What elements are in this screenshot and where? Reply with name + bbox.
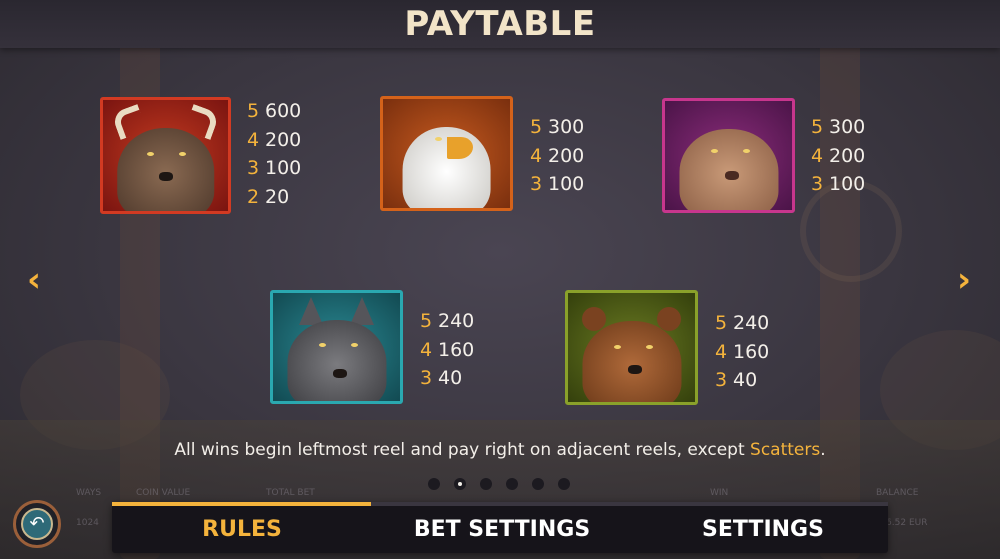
pay-row: 4 200 xyxy=(530,142,584,171)
puma-paytable: 5 300 4 200 3 100 xyxy=(811,113,865,199)
pay-count: 4 xyxy=(530,144,543,167)
pay-amount: 160 xyxy=(733,340,770,363)
wolf-paytable: 5 240 4 160 3 40 xyxy=(420,307,474,393)
balance-label: BALANCE xyxy=(876,488,919,498)
pay-count: 3 xyxy=(420,367,433,389)
pay-row: 5 300 xyxy=(811,113,865,142)
chevron-left-icon[interactable]: ‹ xyxy=(18,262,50,298)
tab-bet-settings[interactable]: BET SETTINGS xyxy=(402,506,602,553)
total-bet-label: TOTAL BET xyxy=(266,488,315,498)
pay-count: 2 xyxy=(247,185,260,208)
puma-symbol xyxy=(662,98,795,213)
pay-amount: 300 xyxy=(548,116,585,138)
pay-amount: 200 xyxy=(548,144,585,167)
rule-description: All wins begin leftmost reel and pay rig… xyxy=(0,440,1000,460)
pay-amount: 100 xyxy=(829,173,866,195)
pay-amount: 240 xyxy=(438,310,475,332)
pay-row: 3 100 xyxy=(247,154,301,183)
pay-amount: 200 xyxy=(265,128,302,151)
bear-nose xyxy=(628,365,642,374)
bottom-menu: RULES BET SETTINGS SETTINGS xyxy=(112,502,888,553)
pay-row: 3 40 xyxy=(420,364,474,393)
wolf-eye xyxy=(351,343,358,347)
eagle-eye xyxy=(435,137,442,141)
ways-label: WAYS xyxy=(76,488,102,498)
pay-amount: 600 xyxy=(265,100,302,122)
title-bar: PAYTABLE xyxy=(0,0,1000,48)
rule-end: . xyxy=(820,440,826,460)
wolf-eye xyxy=(319,343,326,347)
pay-amount: 240 xyxy=(733,312,770,334)
bison-eye xyxy=(179,152,186,156)
wolf-ear-left xyxy=(299,297,323,325)
bison-eye xyxy=(147,152,154,156)
wolf-ear-right xyxy=(350,297,374,325)
bear-eye xyxy=(646,345,653,349)
pay-count: 3 xyxy=(715,369,728,391)
win-label: WIN xyxy=(710,488,729,498)
pay-count: 5 xyxy=(715,312,728,334)
tab-rules[interactable]: RULES xyxy=(162,506,322,553)
wolf-nose xyxy=(333,369,347,378)
puma-eye xyxy=(711,149,718,153)
pay-row: 5 600 xyxy=(247,97,301,126)
pay-amount: 100 xyxy=(265,157,302,179)
pay-row: 3 100 xyxy=(811,170,865,199)
wolf-symbol xyxy=(270,290,403,404)
bison-paytable: 5 600 4 200 3 100 2 20 xyxy=(247,97,301,211)
pay-count: 4 xyxy=(811,144,824,167)
bear-paytable: 5 240 4 160 3 40 xyxy=(715,309,769,395)
page-title: PAYTABLE xyxy=(404,4,596,44)
pay-count: 5 xyxy=(530,116,543,138)
pay-count: 5 xyxy=(420,310,433,332)
rule-text: All wins begin leftmost reel and pay rig… xyxy=(174,440,751,460)
eagle-paytable: 5 300 4 200 3 100 xyxy=(530,113,584,199)
pay-amount: 100 xyxy=(548,173,585,195)
pay-row: 4 160 xyxy=(715,338,769,367)
coin-value-label: COIN VALUE xyxy=(136,488,191,498)
rule-scatters-highlight: Scatters xyxy=(750,440,821,460)
return-arrow-icon: ↶ xyxy=(21,508,53,540)
pay-count: 3 xyxy=(247,157,260,179)
eagle-symbol xyxy=(380,96,513,211)
pay-row: 3 100 xyxy=(530,170,584,199)
pay-amount: 300 xyxy=(829,116,866,138)
pay-count: 3 xyxy=(530,173,543,195)
pay-row: 4 160 xyxy=(420,336,474,365)
pay-amount: 40 xyxy=(733,369,758,391)
pay-amount: 20 xyxy=(265,185,290,208)
pay-count: 5 xyxy=(247,100,260,122)
pay-count: 4 xyxy=(247,128,260,151)
ways-value: 1024 xyxy=(76,518,99,528)
bear-eye xyxy=(614,345,621,349)
bear-head xyxy=(581,320,682,402)
pay-amount: 40 xyxy=(438,367,463,389)
pay-amount: 160 xyxy=(438,338,475,361)
wolf-head xyxy=(286,320,387,401)
puma-nose xyxy=(725,171,739,180)
pay-row: 5 300 xyxy=(530,113,584,142)
pay-count: 5 xyxy=(811,116,824,138)
pay-row: 4 200 xyxy=(247,126,301,155)
bison-symbol xyxy=(100,97,231,214)
puma-eye xyxy=(743,149,750,153)
back-button[interactable]: ↶ xyxy=(13,500,61,548)
bison-nose xyxy=(159,172,173,181)
pay-row: 2 20 xyxy=(247,183,301,212)
pay-row: 4 200 xyxy=(811,142,865,171)
pay-row: 5 240 xyxy=(715,309,769,338)
pay-count: 3 xyxy=(811,173,824,195)
bear-symbol xyxy=(565,290,698,405)
pay-count: 4 xyxy=(715,340,728,363)
chevron-right-icon[interactable]: › xyxy=(948,262,980,298)
bison-head xyxy=(116,127,215,211)
pay-amount: 200 xyxy=(829,144,866,167)
pay-row: 3 40 xyxy=(715,366,769,395)
pay-count: 4 xyxy=(420,338,433,361)
pay-row: 5 240 xyxy=(420,307,474,336)
tab-settings[interactable]: SETTINGS xyxy=(678,506,848,553)
